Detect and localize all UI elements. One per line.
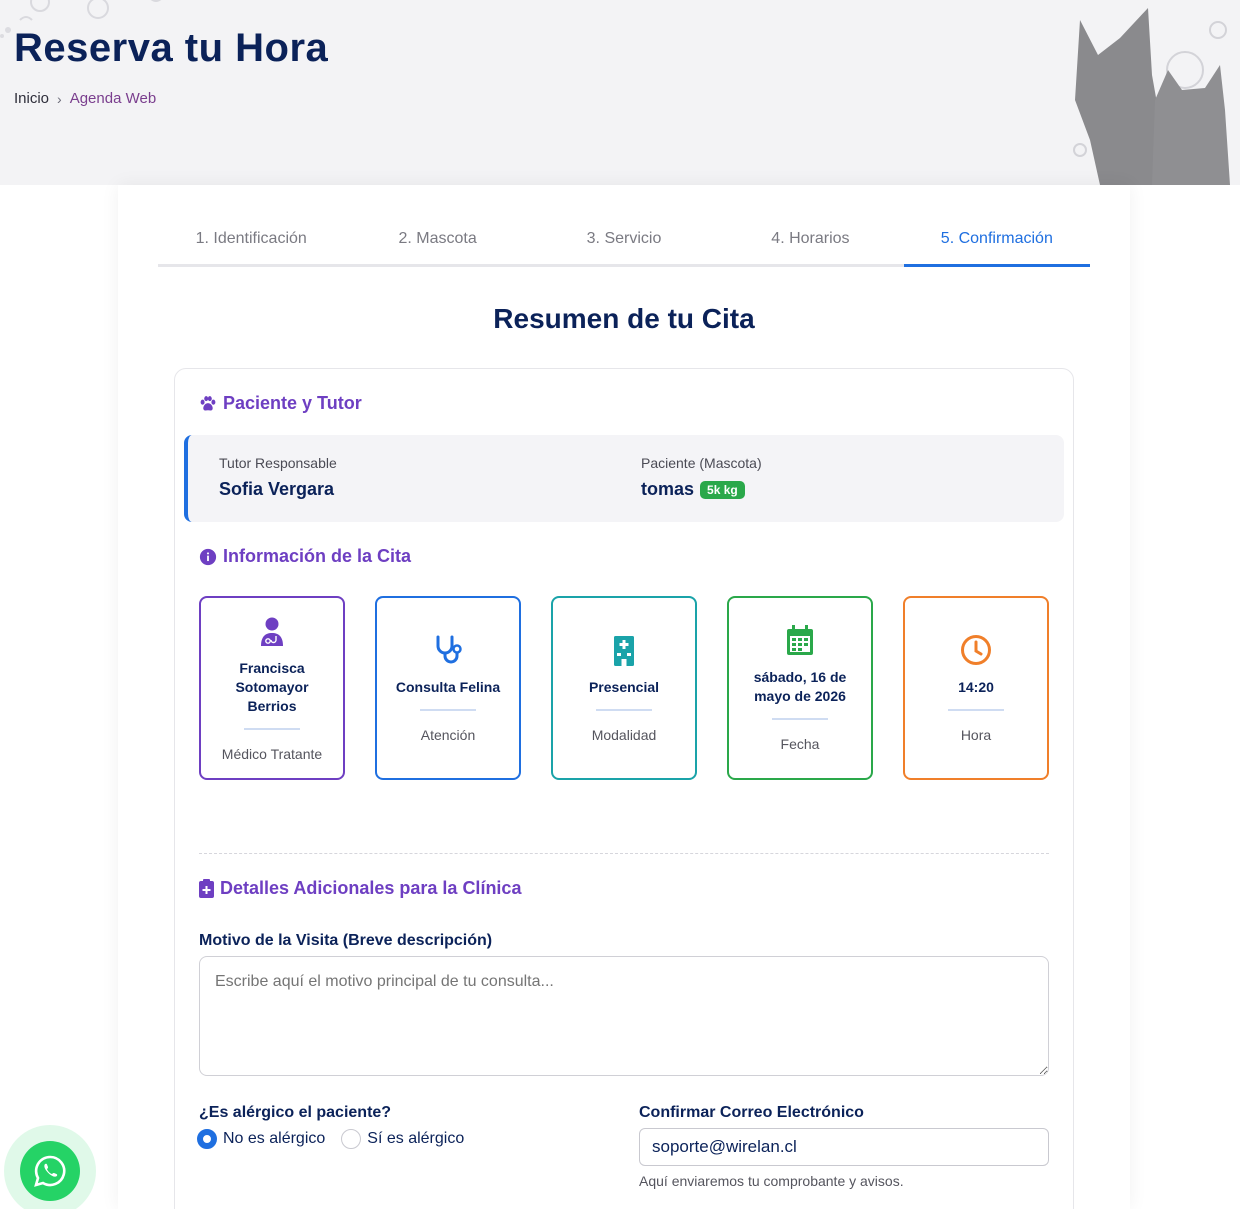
whatsapp-button[interactable]: [20, 1141, 80, 1201]
modality-label: Modalidad: [591, 726, 657, 743]
calendar-icon: [787, 625, 813, 655]
tile-service: Consulta Felina Atención: [375, 596, 521, 780]
pet-name: tomas: [641, 479, 695, 499]
allergy-option-yes-label: Sí es alérgico: [367, 1130, 465, 1147]
clock-icon: [961, 634, 991, 665]
summary-panel: Paciente y Tutor Tutor Responsable Sofia…: [174, 368, 1074, 1209]
section-divider: [199, 853, 1049, 854]
tutor-name: Sofia Vergara: [219, 479, 335, 499]
step-mascota[interactable]: 2. Mascota: [344, 225, 530, 264]
step-identificacion[interactable]: 1. Identificación: [158, 225, 344, 264]
info-circle-icon: [199, 548, 217, 565]
summary-title: Resumen de tu Cita: [493, 303, 755, 334]
date-value: sábado, 16 de mayo de 2026: [753, 669, 847, 704]
patient-tutor-box: Tutor Responsable Sofia Vergara Paciente…: [184, 435, 1064, 522]
service-label: Atención: [420, 726, 476, 743]
radio-no-allergy[interactable]: [197, 1129, 217, 1149]
stethoscope-icon: [436, 635, 462, 663]
reason-label: Motivo de la Visita (Breve descripción): [199, 932, 493, 949]
doctor-icon: [261, 617, 283, 646]
tile-time: 14:20 Hora: [903, 596, 1049, 780]
allergy-radio-group: No es alérgico Sí es alérgico: [197, 1129, 480, 1149]
page-title: Reserva tu Hora: [14, 26, 329, 70]
booking-card: 1. Identificación 2. Mascota 3. Servicio…: [118, 185, 1130, 1209]
stepper: 1. Identificación 2. Mascota 3. Servicio…: [158, 225, 1091, 267]
whatsapp-icon: [34, 1155, 66, 1187]
tile-doctor: Francisca Sotomayor Berrios Médico Trata…: [199, 596, 345, 780]
step-servicio[interactable]: 3. Servicio: [531, 225, 717, 264]
appointment-section-heading: Información de la Cita: [199, 546, 411, 567]
step-horarios[interactable]: 4. Horarios: [717, 225, 903, 264]
breadcrumb: Inicio › Agenda Web: [14, 90, 156, 107]
tile-modality: Presencial Modalidad: [551, 596, 697, 780]
doctor-name: Francisca Sotomayor Berrios: [235, 659, 309, 714]
email-input[interactable]: [639, 1128, 1049, 1166]
hospital-icon: [614, 635, 634, 666]
appointment-tiles: Francisca Sotomayor Berrios Médico Trata…: [199, 596, 1049, 780]
doctor-label: Médico Tratante: [221, 745, 323, 762]
reason-textarea[interactable]: [199, 956, 1049, 1076]
email-label: Confirmar Correo Electrónico: [639, 1104, 864, 1121]
pet-weight-badge: 5k kg: [700, 480, 745, 499]
patient-section-heading: Paciente y Tutor: [199, 393, 362, 414]
email-help-text: Aquí enviaremos tu comprobante y avisos.: [639, 1173, 904, 1189]
breadcrumb-separator: ›: [57, 90, 62, 107]
pet-label: Paciente (Mascota): [641, 455, 762, 471]
breadcrumb-current: Agenda Web: [69, 90, 157, 107]
step-confirmacion[interactable]: 5. Confirmación: [903, 225, 1091, 267]
time-value: 14:20: [958, 678, 994, 695]
details-section-title: Detalles Adicionales para la Clínica: [220, 878, 522, 898]
modality-value: Presencial: [588, 678, 660, 695]
details-section-heading: Detalles Adicionales para la Clínica: [199, 878, 521, 899]
page-header: Reserva tu Hora Inicio › Agenda Web: [0, 0, 1240, 185]
breadcrumb-home-link[interactable]: Inicio: [14, 90, 49, 107]
allergy-option-no[interactable]: No es alérgico: [197, 1129, 325, 1149]
tutor-label: Tutor Responsable: [219, 455, 337, 471]
allergy-label: ¿Es alérgico el paciente?: [199, 1104, 392, 1121]
date-label: Fecha: [780, 736, 820, 752]
appointment-section-title: Información de la Cita: [223, 546, 412, 566]
clipboard-medical-icon: [199, 879, 214, 898]
radio-yes-allergy[interactable]: [341, 1129, 362, 1149]
patient-section-title: Paciente y Tutor: [223, 393, 362, 413]
allergy-option-yes[interactable]: Sí es alérgico: [341, 1129, 464, 1149]
dog-cat-silhouette-icon: [1073, 8, 1230, 185]
tile-date: sábado, 16 de mayo de 2026 Fecha: [727, 596, 873, 780]
allergy-option-no-label: No es alérgico: [223, 1130, 326, 1147]
paw-icon: [200, 395, 216, 411]
time-label: Hora: [960, 726, 992, 743]
service-name: Consulta Felina: [395, 678, 501, 695]
